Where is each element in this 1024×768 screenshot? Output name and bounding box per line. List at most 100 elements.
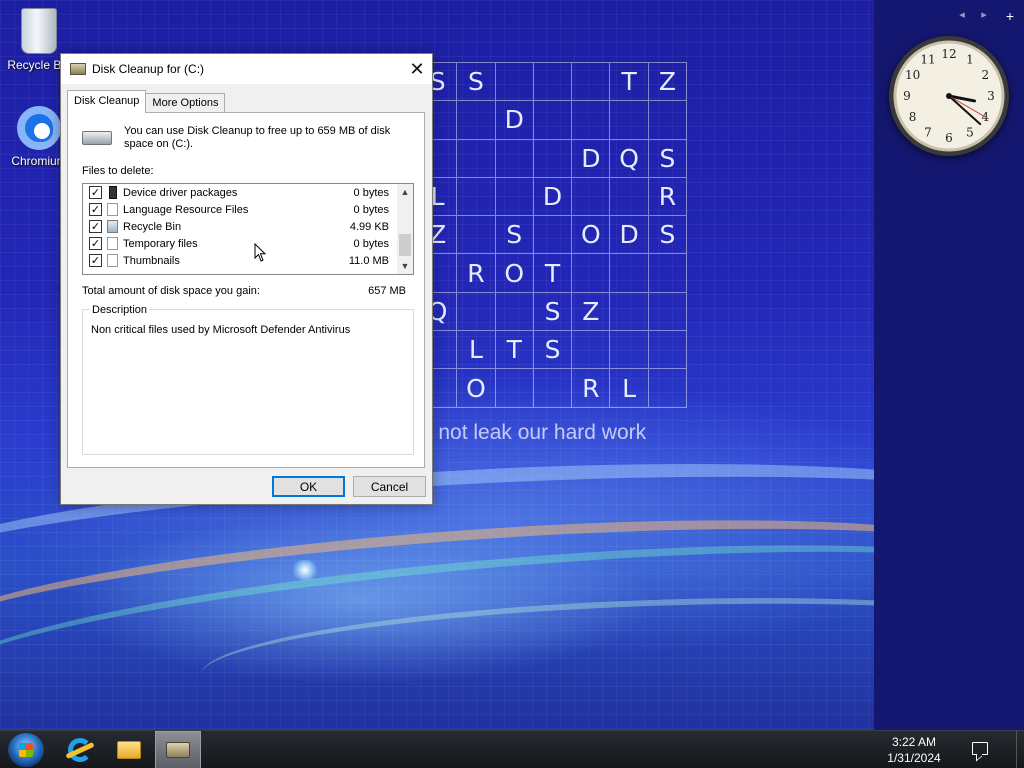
- clock-numeral: 6: [945, 131, 953, 145]
- taskbar-disk-cleanup[interactable]: [155, 731, 201, 768]
- letter-cell: [648, 331, 688, 370]
- letter-cell: [533, 369, 573, 408]
- file-size: 0 bytes: [353, 186, 389, 199]
- file-size: 0 bytes: [353, 237, 389, 250]
- letter-cell: [572, 101, 611, 140]
- gadget-prev-button[interactable]: ◂: [956, 8, 968, 24]
- letter-cell: O: [572, 216, 611, 255]
- file-name: Recycle Bin: [123, 220, 182, 233]
- cancel-button[interactable]: Cancel: [353, 476, 426, 497]
- tray-clock[interactable]: 3:22 AM 1/31/2024: [874, 734, 954, 766]
- ok-button[interactable]: OK: [272, 476, 345, 497]
- letter-cell: Z: [648, 63, 688, 102]
- letter-cell: [533, 216, 573, 255]
- letter-cell: R: [648, 177, 688, 217]
- letter-cell: S: [533, 292, 573, 332]
- letter-cell: [457, 101, 496, 140]
- disk-cleanup-icon: [70, 63, 86, 75]
- file-checkbox[interactable]: ✓: [89, 203, 102, 216]
- clock-numeral: 12: [941, 47, 956, 61]
- scroll-thumb[interactable]: [399, 234, 411, 256]
- letter-cell: [533, 101, 573, 140]
- tab-strip: Disk Cleanup More Options: [67, 90, 226, 113]
- dialog-titlebar[interactable]: Disk Cleanup for (C:) ✕: [61, 54, 432, 84]
- letter-cell: [495, 292, 534, 332]
- letter-cell: O: [457, 369, 496, 408]
- chromium-icon: [17, 106, 61, 150]
- clock-gadget[interactable]: 123456789101112: [889, 36, 1009, 156]
- letter-cell: [495, 139, 534, 178]
- show-desktop-button[interactable]: [1016, 731, 1024, 768]
- letter-cell: [495, 177, 534, 217]
- file-checkbox[interactable]: ✓: [89, 186, 102, 199]
- letter-cell: [457, 177, 496, 217]
- wallpaper-letter-grid: SSTZDDQSLDRZSODSROTQSZLTSORL: [418, 62, 688, 408]
- taskbar-internet-explorer[interactable]: [57, 731, 103, 768]
- letter-cell: Z: [572, 292, 611, 332]
- letter-cell: [457, 216, 496, 255]
- clock-numeral: 2: [982, 68, 990, 82]
- recycle-bin-icon: [21, 8, 57, 54]
- letter-cell: L: [457, 331, 496, 370]
- file-icon: [107, 254, 118, 267]
- letter-cell: [610, 101, 649, 140]
- description-text: Non critical files used by Microsoft Def…: [91, 324, 351, 336]
- scroll-down-icon[interactable]: ▼: [397, 258, 413, 274]
- file-name: Device driver packages: [123, 186, 238, 199]
- scroll-up-icon[interactable]: ▲: [397, 184, 413, 200]
- files-to-delete-list[interactable]: ✓ Device driver packages 0 bytes ✓ Language …: [82, 183, 414, 275]
- tab-more-options[interactable]: More Options: [145, 93, 226, 113]
- file-checkbox[interactable]: ✓: [89, 220, 102, 233]
- file-icon: [107, 237, 118, 250]
- letter-cell: [648, 292, 688, 332]
- notification-icon[interactable]: [972, 742, 988, 755]
- letter-cell: [648, 101, 688, 140]
- intro-text: You can use Disk Cleanup to free up to 6…: [124, 125, 391, 150]
- letter-cell: T: [533, 254, 573, 293]
- letter-cell: [610, 331, 649, 370]
- letter-cell: D: [495, 101, 534, 140]
- letter-cell: [648, 254, 688, 293]
- letter-cell: O: [495, 254, 534, 293]
- description-label: Description: [90, 304, 150, 316]
- gadget-add-button[interactable]: +: [1004, 8, 1016, 24]
- letter-cell: L: [610, 369, 649, 408]
- file-size: 11.0 MB: [348, 254, 389, 267]
- total-space-label: Total amount of disk space you gain:: [82, 285, 260, 297]
- letter-cell: [495, 369, 534, 408]
- letter-cell: S: [648, 139, 688, 178]
- file-list-item[interactable]: ✓ Temporary files 0 bytes: [83, 235, 413, 252]
- letter-cell: [495, 63, 534, 102]
- clock-numeral: 5: [966, 125, 974, 139]
- start-button[interactable]: [8, 733, 44, 767]
- clock-numeral: 1: [966, 53, 974, 67]
- letter-cell: T: [610, 63, 649, 102]
- letter-cell: S: [533, 331, 573, 370]
- tray-date: 1/31/2024: [887, 751, 941, 765]
- dialog-title: Disk Cleanup for (C:): [92, 62, 205, 76]
- file-list-item[interactable]: ✓ Thumbnails 11.0 MB: [83, 252, 413, 269]
- clock-numeral: 9: [903, 89, 911, 103]
- gadget-next-button[interactable]: ▸: [978, 8, 990, 24]
- list-scrollbar[interactable]: ▲ ▼: [397, 184, 413, 274]
- letter-cell: R: [572, 369, 611, 408]
- letter-cell: [610, 292, 649, 332]
- clock-numeral: 8: [909, 110, 917, 124]
- file-name: Temporary files: [123, 237, 198, 250]
- file-list-item[interactable]: ✓ Language Resource Files 0 bytes: [83, 201, 413, 218]
- file-list-item[interactable]: ✓ Recycle Bin 4.99 KB: [83, 218, 413, 235]
- close-button[interactable]: ✕: [402, 54, 432, 84]
- letter-cell: Q: [610, 139, 649, 178]
- clock-numeral: 11: [920, 53, 935, 67]
- file-list-item[interactable]: ✓ Device driver packages 0 bytes: [83, 184, 413, 201]
- taskbar-file-explorer[interactable]: [106, 731, 152, 768]
- tab-panel: You can use Disk Cleanup to free up to 6…: [67, 112, 425, 468]
- disk-cleanup-icon: [166, 742, 190, 758]
- letter-cell: S: [648, 216, 688, 255]
- file-size: 0 bytes: [353, 203, 389, 216]
- mouse-cursor-icon: [254, 243, 267, 262]
- file-checkbox[interactable]: ✓: [89, 237, 102, 250]
- file-checkbox[interactable]: ✓: [89, 254, 102, 267]
- tab-disk-cleanup[interactable]: Disk Cleanup: [67, 90, 147, 113]
- file-name: Thumbnails: [123, 254, 180, 267]
